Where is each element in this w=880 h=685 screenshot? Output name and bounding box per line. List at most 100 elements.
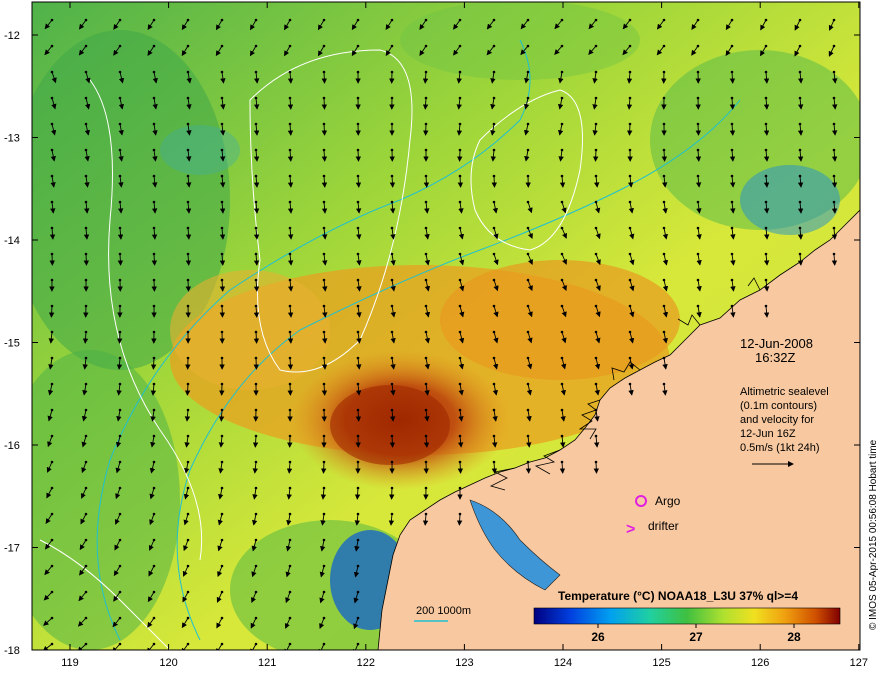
- velocity-arrow-origin: [51, 175, 54, 178]
- velocity-arrow-origin: [153, 461, 156, 464]
- velocity-arrow-origin: [459, 253, 462, 256]
- velocity-arrow: [86, 254, 87, 265]
- velocity-arrow-origin: [527, 149, 530, 152]
- velocity-arrow: [51, 306, 52, 317]
- velocity-arrow-origin: [799, 97, 802, 100]
- velocity-arrow-origin: [153, 305, 156, 308]
- velocity-arrow-origin: [51, 123, 54, 126]
- velocity-arrow-origin: [85, 461, 88, 464]
- velocity-arrow-origin: [255, 149, 258, 152]
- velocity-arrow-origin: [595, 71, 598, 74]
- velocity-arrow-origin: [255, 383, 258, 386]
- velocity-arrow-origin: [765, 97, 768, 100]
- velocity-arrow-origin: [357, 123, 360, 126]
- velocity-arrow: [324, 98, 325, 109]
- velocity-arrow-origin: [595, 461, 598, 464]
- velocity-arrow-origin: [289, 201, 292, 204]
- velocity-arrow-origin: [289, 409, 292, 412]
- velocity-arrow-origin: [289, 71, 292, 74]
- velocity-arrow-origin: [595, 435, 598, 438]
- velocity-arrow-origin: [391, 461, 394, 464]
- lon-tick-label: 121: [258, 657, 276, 669]
- velocity-arrow-origin: [323, 123, 326, 126]
- velocity-arrow-origin: [323, 357, 326, 360]
- lat-tick-label: -15: [4, 338, 20, 350]
- velocity-arrow-origin: [561, 227, 564, 230]
- velocity-arrow-origin: [119, 123, 122, 126]
- velocity-arrow-origin: [493, 19, 496, 22]
- velocity-arrow-origin: [833, 97, 836, 100]
- velocity-arrow-origin: [391, 331, 394, 334]
- velocity-arrow-origin: [255, 201, 258, 204]
- description-line: 0.5m/s (1kt 24h): [740, 442, 819, 454]
- velocity-arrow-origin: [391, 123, 394, 126]
- velocity-arrow-origin: [221, 331, 224, 334]
- velocity-arrow-origin: [765, 71, 768, 74]
- velocity-arrow-origin: [153, 123, 156, 126]
- velocity-arrow-origin: [425, 461, 428, 464]
- velocity-arrow-origin: [731, 227, 734, 230]
- velocity-arrow: [256, 332, 257, 343]
- velocity-arrow-origin: [187, 357, 190, 360]
- velocity-arrow-origin: [493, 409, 496, 412]
- velocity-arrow-origin: [391, 97, 394, 100]
- velocity-arrow-origin: [493, 97, 496, 100]
- velocity-arrow-origin: [51, 357, 54, 360]
- velocity-arrow: [494, 176, 495, 187]
- velocity-arrow-origin: [527, 279, 530, 282]
- velocity-arrow-origin: [595, 383, 598, 386]
- velocity-arrow-origin: [187, 201, 190, 204]
- description-line: and velocity for: [740, 414, 814, 426]
- velocity-arrow-origin: [323, 435, 326, 438]
- velocity-arrow-origin: [595, 357, 598, 360]
- velocity-arrow-origin: [119, 487, 122, 490]
- velocity-arrow-origin: [255, 357, 258, 360]
- velocity-arrow-origin: [119, 279, 122, 282]
- velocity-arrow-origin: [425, 513, 428, 516]
- velocity-arrow-origin: [187, 461, 190, 464]
- velocity-arrow-origin: [85, 123, 88, 126]
- velocity-arrow-origin: [391, 149, 394, 152]
- velocity-arrow-origin: [187, 45, 190, 48]
- velocity-arrow-origin: [323, 513, 326, 516]
- velocity-arrow-origin: [629, 175, 632, 178]
- velocity-arrow-origin: [527, 409, 530, 412]
- velocity-arrow-origin: [51, 305, 54, 308]
- velocity-arrow-origin: [493, 383, 496, 386]
- velocity-arrow-origin: [255, 123, 258, 126]
- velocity-arrow-origin: [663, 201, 666, 204]
- velocity-arrow-origin: [493, 201, 496, 204]
- velocity-arrow-origin: [493, 279, 496, 282]
- velocity-arrow-origin: [357, 305, 360, 308]
- velocity-arrow-origin: [629, 383, 632, 386]
- velocity-arrow-origin: [323, 487, 326, 490]
- velocity-arrow-origin: [119, 539, 122, 542]
- velocity-arrow: [324, 124, 325, 135]
- velocity-arrow-origin: [289, 253, 292, 256]
- velocity-arrow-origin: [187, 435, 190, 438]
- velocity-arrow-origin: [561, 435, 564, 438]
- velocity-arrow-origin: [663, 357, 666, 360]
- velocity-arrow-origin: [119, 643, 122, 646]
- velocity-arrow-origin: [357, 19, 360, 22]
- velocity-arrow-origin: [221, 409, 224, 412]
- velocity-arrow-origin: [459, 279, 462, 282]
- velocity-arrow-origin: [527, 123, 530, 126]
- velocity-arrow-origin: [765, 279, 768, 282]
- velocity-arrow-origin: [221, 253, 224, 256]
- velocity-arrow-origin: [51, 591, 54, 594]
- lon-tick-label: 122: [357, 657, 375, 669]
- velocity-arrow-origin: [51, 253, 54, 256]
- velocity-arrow-origin: [425, 71, 428, 74]
- velocity-arrow-origin: [629, 201, 632, 204]
- velocity-arrow-origin: [697, 19, 700, 22]
- velocity-arrow-origin: [221, 513, 224, 516]
- velocity-arrow-origin: [561, 331, 564, 334]
- velocity-arrow-origin: [765, 175, 768, 178]
- velocity-arrow-origin: [765, 45, 768, 48]
- velocity-arrow-origin: [459, 149, 462, 152]
- velocity-arrow-origin: [833, 149, 836, 152]
- velocity-arrow-origin: [493, 305, 496, 308]
- velocity-arrow-origin: [697, 253, 700, 256]
- velocity-arrow-origin: [153, 201, 156, 204]
